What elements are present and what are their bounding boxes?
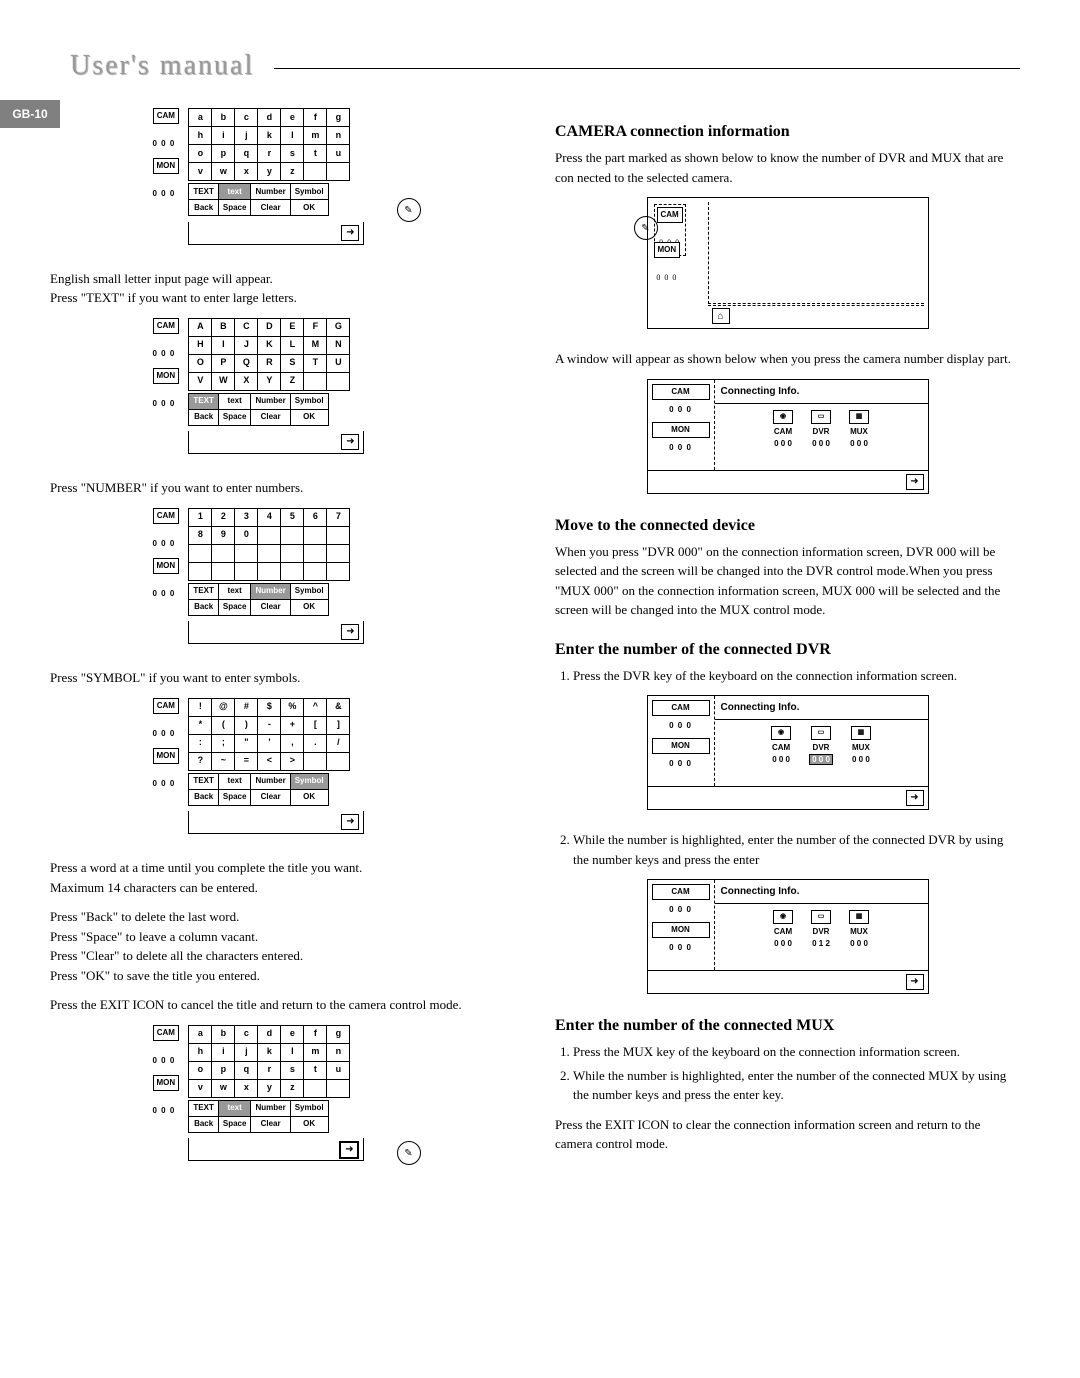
exit-icon[interactable]: ➜ bbox=[906, 974, 924, 990]
text: Press "SYMBOL" if you want to enter symb… bbox=[50, 668, 515, 688]
cam-value: 0 0 0 bbox=[153, 138, 180, 150]
heading-camera-conn: CAMERA connection information bbox=[555, 120, 1020, 144]
exit-icon[interactable]: ➜ bbox=[906, 790, 924, 806]
exit-icon[interactable]: ➜ bbox=[341, 624, 359, 640]
exit-icon[interactable]: ➜ bbox=[341, 434, 359, 450]
header-rule bbox=[274, 68, 1020, 69]
exit-icon[interactable]: ➜ bbox=[339, 1141, 359, 1159]
callout-icon: ✎ bbox=[397, 1141, 421, 1165]
exit-icon[interactable]: ➜ bbox=[341, 814, 359, 830]
dvr-value-entered: 0 1 2 bbox=[811, 938, 831, 950]
heading-enter-mux: Enter the number of the connected MUX bbox=[555, 1014, 1020, 1038]
connecting-info-dvr-entered: CAM 0 0 0 MON 0 0 0 Connecting Info. ◉CA… bbox=[647, 879, 929, 994]
keypad-uppercase: CAM 0 0 0 MON 0 0 0 ABCDEFG HIJKLMN OPQR… bbox=[153, 318, 413, 455]
step: Press the DVR key of the keyboard on the… bbox=[573, 666, 1020, 686]
step: While the number is highlighted, enter t… bbox=[573, 830, 1020, 869]
text: A window will appear as shown below when… bbox=[555, 349, 1020, 369]
camera-icon: ◉ bbox=[773, 410, 793, 424]
manual-title: User's manual bbox=[70, 50, 254, 82]
heading-move: Move to the connected device bbox=[555, 514, 1020, 538]
btn-symbol[interactable]: Symbol bbox=[290, 184, 328, 200]
cam-label: CAM bbox=[153, 108, 180, 124]
conn-title: Connecting Info. bbox=[715, 380, 928, 404]
connecting-info-dvr-highlight: CAM 0 0 0 MON 0 0 0 Connecting Info. ◉CA… bbox=[647, 695, 929, 810]
step: Press the MUX key of the keyboard on the… bbox=[573, 1042, 1020, 1062]
btn-space[interactable]: Space bbox=[218, 200, 251, 216]
keypad-lowercase: CAM 0 0 0 MON 0 0 0 abcdefg hijklmn opqr… bbox=[153, 108, 413, 245]
dvr-icon: ▭ bbox=[811, 410, 831, 424]
heading-enter-dvr: Enter the number of the connected DVR bbox=[555, 638, 1020, 662]
text: When you press "DVR 000" on the connecti… bbox=[555, 542, 1020, 620]
text: English small letter input page will app… bbox=[50, 269, 515, 308]
right-column: CAMERA connection information Press the … bbox=[555, 102, 1020, 1185]
exit-icon[interactable]: ➜ bbox=[906, 474, 924, 490]
exit-icon[interactable]: ➜ bbox=[341, 225, 359, 241]
btn-text-upper[interactable]: TEXT bbox=[189, 184, 218, 200]
text: Press "Back" to delete the last word. Pr… bbox=[50, 907, 515, 985]
left-column: CAM 0 0 0 MON 0 0 0 abcdefg hijklmn opqr… bbox=[50, 102, 515, 1185]
step: While the number is highlighted, enter t… bbox=[573, 1066, 1020, 1105]
keypad-exit: CAM 0 0 0 MON 0 0 0 abcdefg hijklmn opqr… bbox=[153, 1025, 413, 1162]
btn-number[interactable]: Number bbox=[251, 184, 290, 200]
callout-icon: ✎ bbox=[634, 216, 658, 240]
mon-label: MON bbox=[153, 158, 180, 174]
btn-text-lower[interactable]: text bbox=[218, 184, 251, 200]
text: Press a word at a time until you complet… bbox=[50, 858, 515, 897]
text: Press the EXIT ICON to cancel the title … bbox=[50, 995, 515, 1015]
mon-value: 0 0 0 bbox=[153, 188, 180, 200]
btn-clear[interactable]: Clear bbox=[251, 200, 290, 216]
dvr-value-highlight: 0 0 0 bbox=[809, 754, 833, 765]
mux-icon: ▦ bbox=[849, 410, 869, 424]
btn-back[interactable]: Back bbox=[189, 200, 218, 216]
press-part-diagram: CAM 0 0 0 MON 0 0 0 ✎ ⌂ bbox=[647, 197, 929, 329]
home-icon: ⌂ bbox=[712, 308, 730, 324]
btn-ok[interactable]: OK bbox=[290, 200, 328, 216]
keypad-numbers: CAM 0 0 0 MON 0 0 0 1234567 890 TEXT t bbox=[153, 508, 413, 645]
page-number-tab: GB-10 bbox=[0, 100, 60, 128]
text: Press "NUMBER" if you want to enter numb… bbox=[50, 478, 515, 498]
text: Press the part marked as shown below to … bbox=[555, 148, 1020, 187]
keypad-symbols: CAM 0 0 0 MON 0 0 0 !@#$%^& *()-+[] :;"'… bbox=[153, 698, 413, 835]
text: Press the EXIT ICON to clear the connect… bbox=[555, 1115, 1020, 1154]
connecting-info-default: CAM 0 0 0 MON 0 0 0 Connecting Info. ◉CA… bbox=[647, 379, 929, 494]
callout-icon: ✎ bbox=[397, 198, 421, 222]
